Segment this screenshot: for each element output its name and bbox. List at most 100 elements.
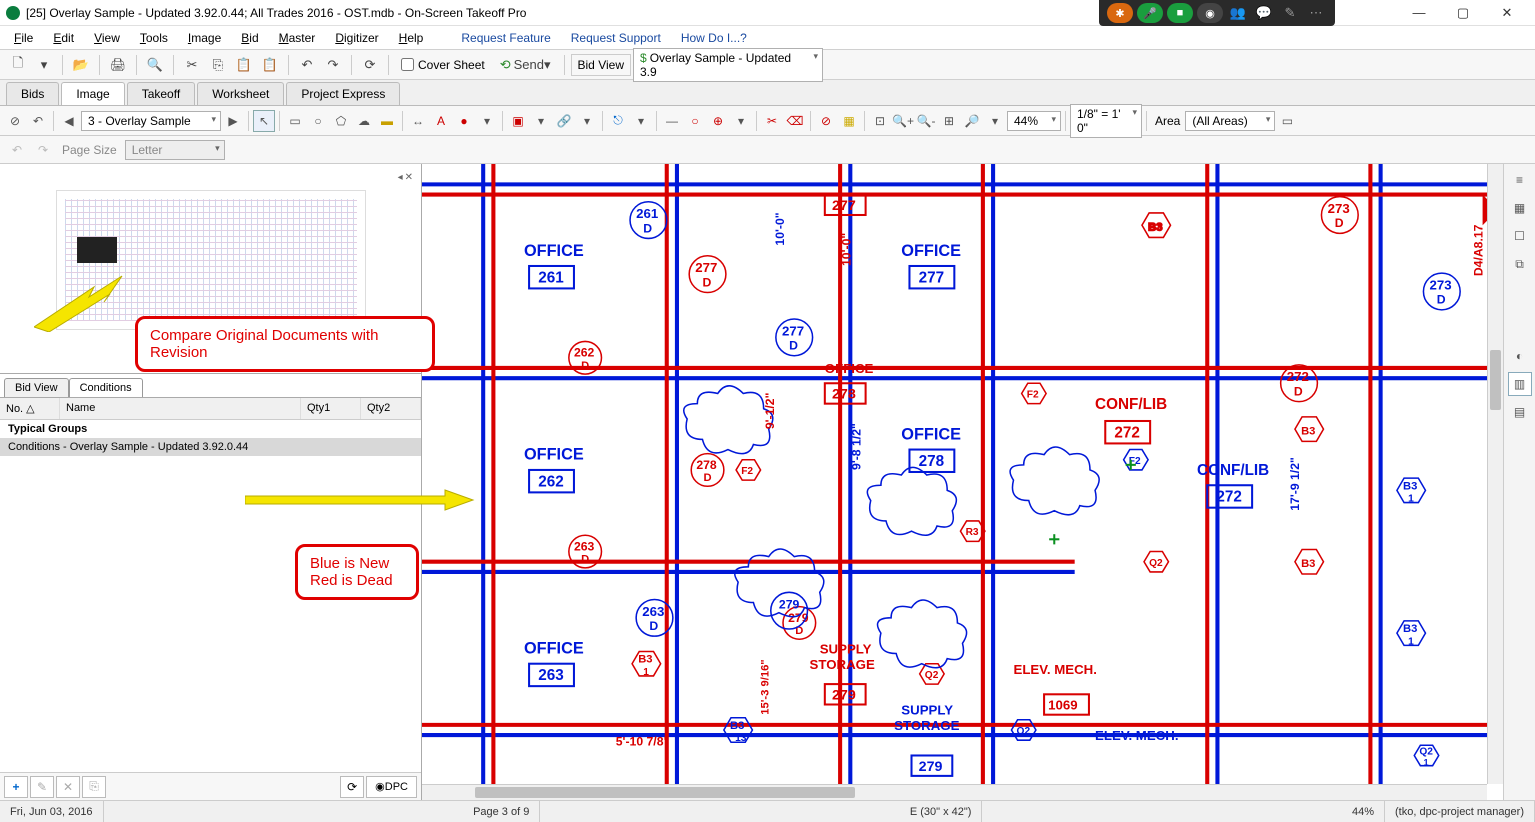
tab-takeoff[interactable]: Takeoff <box>127 82 195 105</box>
more-icon[interactable]: ⋯ <box>1305 5 1327 21</box>
marker-tool[interactable]: ● <box>453 110 475 132</box>
link-how-do-i[interactable]: How Do I...? <box>673 28 755 48</box>
col-qty1[interactable]: Qty1 <box>301 398 361 419</box>
menu-edit[interactable]: Edit <box>45 28 82 48</box>
nav-prev-button[interactable]: ◀ <box>58 110 80 132</box>
polygon-tool[interactable]: ⬠ <box>330 110 352 132</box>
preview-button[interactable]: 🔍 <box>143 53 167 77</box>
circle-tool[interactable]: ○ <box>307 110 329 132</box>
menu-help[interactable]: Help <box>391 28 432 48</box>
horizontal-scrollbar[interactable] <box>422 784 1487 800</box>
dropdown-6[interactable]: ▾ <box>730 110 752 132</box>
menu-tools[interactable]: Tools <box>132 28 176 48</box>
dropdown-4[interactable]: ▾ <box>576 110 598 132</box>
send-button[interactable]: ⟲Send ▾ <box>493 53 558 77</box>
minimize-button[interactable]: ― <box>1397 0 1441 26</box>
chat-icon[interactable]: 💬 <box>1253 5 1275 21</box>
menu-image[interactable]: Image <box>180 28 229 48</box>
tab-bids[interactable]: Bids <box>6 82 59 105</box>
hotlink-tool[interactable]: ⎋ <box>607 110 629 132</box>
close-preview-icon[interactable]: ✕ <box>405 172 413 186</box>
menu-view[interactable]: View <box>86 28 128 48</box>
add-condition-button[interactable]: + <box>4 776 28 798</box>
zoom-dropdown[interactable]: 44% <box>1007 111 1061 131</box>
edit-condition-button[interactable]: ✎ <box>30 776 54 798</box>
menu-master[interactable]: Master <box>271 28 324 48</box>
line-tool[interactable]: ― <box>661 110 683 132</box>
delete-condition-button[interactable]: ✕ <box>56 776 80 798</box>
print-button[interactable]: 🖨 <box>106 53 130 77</box>
dpc-button[interactable]: ◉ DPC <box>366 776 417 798</box>
meeting-video-button[interactable]: ■ <box>1167 3 1193 23</box>
cloud-tool[interactable]: ☁ <box>353 110 375 132</box>
rt-grid-icon[interactable]: ▦ <box>1508 196 1532 220</box>
rotate-right-button[interactable]: ↷ <box>32 139 54 161</box>
cut-button[interactable]: ✂ <box>180 53 204 77</box>
text-tool[interactable]: A <box>430 110 452 132</box>
tab-project-express[interactable]: Project Express <box>286 82 400 105</box>
dropdown-2[interactable]: ▾ <box>476 110 498 132</box>
link-tool[interactable]: 🔗 <box>553 110 575 132</box>
area-dropdown[interactable]: (All Areas) <box>1185 111 1275 131</box>
scale-dropdown[interactable]: 1/8" = 1' 0" <box>1070 104 1142 138</box>
zoom-fit-tool[interactable]: ⊞ <box>938 110 960 132</box>
tab-worksheet[interactable]: Worksheet <box>197 82 284 105</box>
vertical-scrollbar[interactable] <box>1487 164 1503 784</box>
rt-overlay-icon[interactable]: ▥ <box>1508 372 1532 396</box>
area-tool[interactable]: ▣ <box>507 110 529 132</box>
duplicate-condition-button[interactable]: ⎘ <box>82 776 106 798</box>
nav-next-button[interactable]: ▶ <box>222 110 244 132</box>
participants-icon[interactable]: 👥 <box>1227 5 1249 21</box>
annotate-icon[interactable]: ✎ <box>1279 5 1301 21</box>
refresh-button[interactable]: ⟳ <box>358 53 382 77</box>
cover-sheet-toggle[interactable]: Cover Sheet <box>395 58 491 72</box>
dropdown-5[interactable]: ▾ <box>630 110 652 132</box>
note-tool[interactable]: ▦ <box>838 110 860 132</box>
zoom-window-tool[interactable]: ⊡ <box>869 110 891 132</box>
dropdown-3[interactable]: ▾ <box>530 110 552 132</box>
rt-color-icon[interactable]: ▤ <box>1508 400 1532 424</box>
conditions-group-row[interactable]: Typical Groups <box>0 420 421 438</box>
maximize-button[interactable]: ▢ <box>1441 0 1485 26</box>
stop-tool[interactable]: ⊘ <box>815 110 837 132</box>
col-no[interactable]: No. △ <box>0 398 60 419</box>
erase-tool[interactable]: ⌫ <box>784 110 806 132</box>
document-tab-dropdown[interactable]: $Overlay Sample - Updated 3.9 <box>633 48 823 82</box>
meeting-mic-button[interactable]: 🎤 <box>1137 3 1163 23</box>
zoom-in-tool[interactable]: 🔍+ <box>892 110 914 132</box>
paste-button[interactable]: 📋 <box>232 53 256 77</box>
zoom-actual-tool[interactable]: 🔎 <box>961 110 983 132</box>
rect-tool[interactable]: ▭ <box>284 110 306 132</box>
meeting-camera-button[interactable]: ◉ <box>1197 3 1223 23</box>
col-qty2[interactable]: Qty2 <box>361 398 421 419</box>
pagesize-dropdown[interactable]: Letter <box>125 140 225 160</box>
copy-button[interactable]: ⎘ <box>206 53 230 77</box>
nav-back-overlay-button[interactable]: ↶ <box>27 110 49 132</box>
dropdown-7[interactable]: ▾ <box>984 110 1006 132</box>
tab-image[interactable]: Image <box>61 82 124 105</box>
menu-digitizer[interactable]: Digitizer <box>327 28 386 48</box>
rt-contrast-icon[interactable]: ◐ <box>1508 344 1532 368</box>
rt-layers-icon[interactable]: ≡ <box>1508 168 1532 192</box>
rotate-left-button[interactable]: ↶ <box>6 139 28 161</box>
col-name[interactable]: Name <box>60 398 301 419</box>
paste-special-button[interactable]: 📋 <box>258 53 282 77</box>
rt-stack-icon[interactable]: ☐ <box>1508 224 1532 248</box>
undo-button[interactable]: ↶ <box>295 53 319 77</box>
sync-button[interactable]: ⟳ <box>340 776 364 798</box>
link-request-support[interactable]: Request Support <box>563 28 669 48</box>
trim-tool[interactable]: ✂ <box>761 110 783 132</box>
left-tab-bidview[interactable]: Bid View <box>4 378 69 397</box>
count-tool[interactable]: ○ <box>684 110 706 132</box>
menu-bid[interactable]: Bid <box>233 28 266 48</box>
drawing-canvas[interactable]: OFFICE 261 OFFICE 262 OFFICE 263 OFFICE … <box>422 164 1503 796</box>
pin-icon[interactable]: ◂ <box>398 172 403 186</box>
meeting-settings-button[interactable]: ✱ <box>1107 3 1133 23</box>
dimension-tool[interactable]: ↔ <box>407 110 429 132</box>
rt-compare-icon[interactable]: ⧉ <box>1508 252 1532 276</box>
left-tab-conditions[interactable]: Conditions <box>69 378 143 397</box>
count-add-tool[interactable]: ⊕ <box>707 110 729 132</box>
redo-button[interactable]: ↷ <box>321 53 345 77</box>
highlight-tool[interactable]: ▬ <box>376 110 398 132</box>
page-select-dropdown[interactable]: 3 - Overlay Sample <box>81 111 221 131</box>
